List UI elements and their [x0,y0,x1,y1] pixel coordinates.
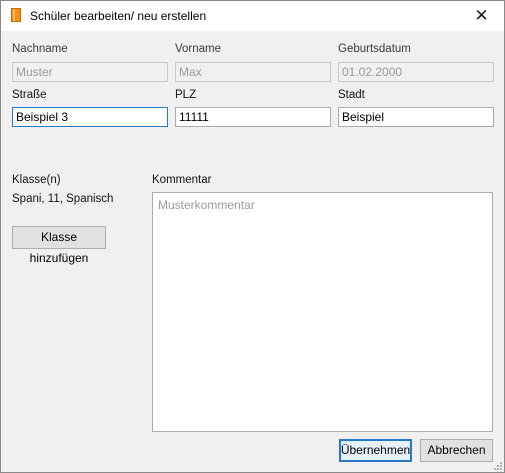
klassen-label: Klasse(n) [12,174,61,186]
dialog-window: Schüler bearbeiten/ neu erstellen ✕ Nach… [0,0,505,473]
geburtsdatum-label: Geburtsdatum [338,43,411,55]
geburtsdatum-field [338,62,494,82]
nachname-label: Nachname [12,43,68,55]
stadt-label: Stadt [338,89,365,101]
vorname-label: Vorname [175,43,222,55]
klassen-value: Spani, 11, Spanisch [12,193,114,205]
stadt-field[interactable] [338,107,494,127]
plz-field[interactable] [175,107,331,127]
comment-textarea[interactable] [152,192,493,432]
window-title: Schüler bearbeiten/ neu erstellen [30,9,207,23]
kommentar-label: Kommentar [152,174,212,186]
strasse-label: Straße [12,89,47,101]
apply-button[interactable]: Übernehmen [339,439,412,462]
add-class-button[interactable]: Klasse hinzufügen [12,226,106,265]
vorname-field [175,62,331,82]
orange-book-icon [11,8,21,22]
cancel-button[interactable]: Abbrechen [420,439,493,462]
resize-grip[interactable] [494,462,504,472]
plz-label: PLZ [175,89,197,101]
title-bar[interactable]: Schüler bearbeiten/ neu erstellen ✕ [1,1,504,31]
nachname-field [12,62,168,82]
strasse-field[interactable] [12,107,168,127]
close-button[interactable]: ✕ [459,1,504,31]
